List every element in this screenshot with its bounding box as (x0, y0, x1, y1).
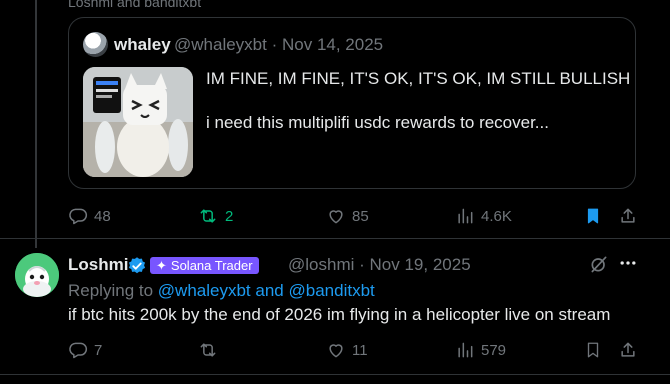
verified-icon (128, 257, 146, 274)
replying-to-label: Replying to (68, 281, 154, 300)
bookmark-icon (587, 208, 599, 224)
repost-icon (200, 343, 216, 357)
meta-separator: · (271, 35, 282, 54)
share-icon (621, 208, 635, 223)
views-icon (458, 208, 473, 224)
like-count: 85 (352, 207, 369, 225)
tweet-date[interactable]: Nov 19, 2025 (370, 255, 471, 274)
author-handle[interactable]: @loshmi (288, 255, 354, 274)
more-icon[interactable] (618, 253, 638, 273)
views-button[interactable]: 579 (455, 340, 506, 360)
replying-to-line: Replying to @whaleyxbt and @banditxbt (68, 281, 375, 301)
reply-button[interactable]: 7 (68, 340, 102, 360)
reply-count: 7 (94, 341, 103, 359)
quoted-media-illustration (83, 67, 193, 177)
tweet-text: if btc hits 200k by the end of 2026 im f… (68, 305, 611, 324)
reply-count: 48 (94, 207, 111, 225)
views-icon (458, 342, 473, 358)
reply-button[interactable]: 48 (68, 206, 111, 226)
author-name[interactable]: Loshmi (68, 255, 128, 275)
repost-count: 2 (225, 207, 234, 225)
reply-icon (69, 208, 88, 225)
tweet-divider (0, 238, 670, 239)
quoted-text-line-2: i need this multiplifi usdc rewards to r… (206, 113, 549, 132)
quoted-author-name[interactable]: whaley (114, 35, 171, 55)
reply-icon (69, 342, 88, 359)
context-line: Loshmi and banditxbt (68, 0, 202, 10)
quoted-date[interactable]: Nov 14, 2025 (282, 35, 383, 54)
reply-mention-whaleyxbt[interactable]: @whaleyxbt (158, 281, 251, 300)
views-count: 579 (481, 341, 507, 359)
quoted-tweet-card[interactable]: whaley @whaleyxbt · Nov 14, 2025 IM FINE… (68, 17, 636, 189)
views-count: 4.6K (481, 207, 512, 225)
share-button[interactable] (618, 206, 638, 226)
repost-button[interactable]: 2 (197, 206, 233, 226)
repost-button[interactable] (197, 340, 225, 360)
quoted-media-image[interactable] (83, 67, 193, 177)
quoted-meta: @whaleyxbt · Nov 14, 2025 (174, 35, 383, 55)
thread-connector-line (35, 0, 37, 248)
bookmark-button[interactable] (584, 340, 602, 360)
like-button[interactable]: 11 (326, 340, 368, 360)
like-icon (329, 210, 343, 224)
like-count: 11 (352, 341, 368, 359)
share-icon (621, 342, 635, 357)
sparkle-icon: ✦ (156, 257, 167, 273)
like-icon (329, 344, 343, 358)
badge-label: Solana Trader (170, 258, 253, 273)
reply-and: and (255, 281, 284, 300)
quoted-handle: @whaleyxbt (174, 35, 267, 54)
tweet-divider (0, 374, 670, 375)
quoted-avatar[interactable] (83, 32, 108, 57)
like-button[interactable]: 85 (326, 206, 369, 226)
quoted-text-line-1: IM FINE, IM FINE, IT'S OK, IT'S OK, IM S… (206, 69, 631, 88)
reply-mention-banditxbt[interactable]: @banditxbt (289, 281, 375, 300)
author-avatar[interactable] (15, 253, 59, 297)
grok-icon[interactable] (589, 254, 609, 274)
author-meta: @loshmi · Nov 19, 2025 (288, 255, 471, 275)
bookmark-button[interactable] (584, 206, 602, 226)
repost-icon (200, 209, 216, 223)
affiliate-badge[interactable]: ✦ Solana Trader (150, 257, 259, 274)
meta-separator: · (359, 255, 370, 274)
views-button[interactable]: 4.6K (455, 206, 512, 226)
share-button[interactable] (618, 340, 638, 360)
bookmark-icon (587, 342, 599, 358)
avatar-illustration (15, 253, 59, 297)
